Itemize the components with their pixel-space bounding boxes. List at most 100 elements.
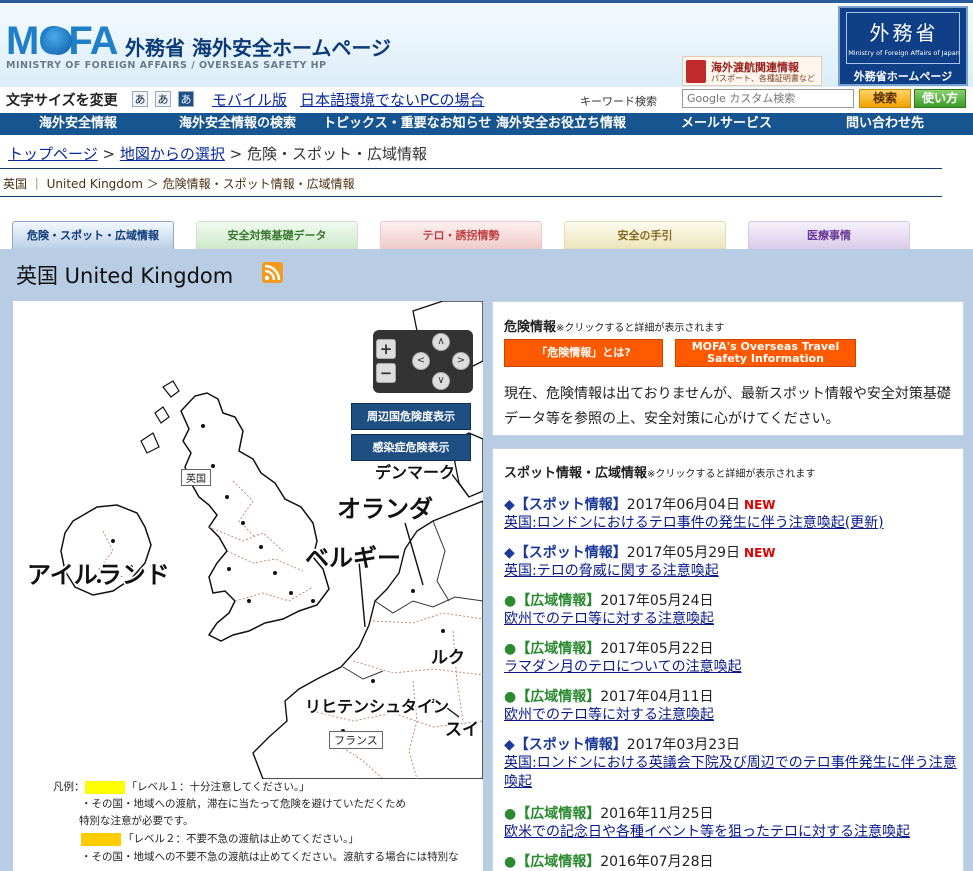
non-japanese-link[interactable]: 日本語環境でないPCの場合 xyxy=(300,89,485,110)
news-item: ●【広域情報】2017年04月11日 欧州でのテロ等に対する注意喚起 xyxy=(504,686,959,725)
map-label-liechtenstein[interactable]: リヒテンシュタイン xyxy=(305,693,449,717)
dot-icon: ● xyxy=(504,854,517,870)
map-label-luxembourg-fragment[interactable]: ルク xyxy=(431,643,465,668)
mofa-home-banner[interactable]: 外務省 Ministry of Foreign Affairs of Japan… xyxy=(838,6,968,86)
news-date: 2017年05月29日 xyxy=(626,545,741,561)
howto-button[interactable]: 使い方 xyxy=(914,89,966,108)
legend-level1-swatch xyxy=(84,780,125,794)
news-item: ●【広域情報】2017年05月22日 ラマダン月のテロについての注意喚起 xyxy=(504,638,959,677)
mofa-kanji: 外務省 xyxy=(869,21,939,45)
legend-level1-desc2: 特別な注意が必要です。 xyxy=(79,815,194,827)
news-item: ●【広域情報】2017年05月24日 欧州でのテロ等に対する注意喚起 xyxy=(504,590,959,629)
nav-search[interactable]: 海外安全情報の検索 xyxy=(179,113,296,135)
divider xyxy=(0,196,942,197)
nav-contact[interactable]: 問い合わせ先 xyxy=(846,113,924,135)
map-panel[interactable]: 英国 アイルランド オランダ ベルギー デンマーク リヒテンシュタイン ルク ス… xyxy=(13,301,483,871)
tab-terror[interactable]: テロ・誘拐情勢 xyxy=(380,221,542,249)
news-header: ◆【スポット情報】2017年06月04日 NEW xyxy=(504,494,959,514)
mobile-link[interactable]: モバイル版 xyxy=(212,89,287,110)
nav-useful-info[interactable]: 海外安全お役立ち情報 xyxy=(496,113,626,135)
news-category: 【広域情報】 xyxy=(516,641,601,657)
infection-danger-button[interactable]: 感染症危険表示 xyxy=(351,434,471,461)
font-size-label: 文字サイズを変更 xyxy=(6,93,118,109)
mofa-home-link: 外務省ホームページ xyxy=(853,70,953,83)
passport-banner[interactable]: 海外渡航関連情報 パスポート、各種証明書など xyxy=(682,56,822,86)
legend-row-2: 「レベル２：不要不急の渡航は止めてください。」 xyxy=(81,831,359,846)
mofa-en: Ministry of Foreign Affairs of Japan xyxy=(848,49,960,57)
nav-overseas-safety[interactable]: 海外安全情報 xyxy=(39,113,117,135)
spot-info-box: スポット情報・広域情報※クリックすると詳細が表示されます ◆【スポット情報】20… xyxy=(492,448,964,871)
neighbor-danger-button[interactable]: 周辺国危険度表示 xyxy=(351,403,471,430)
font-size-small-button[interactable]: あ xyxy=(132,91,148,107)
legend-level1-desc1: ・その国・地域への渡航，滞在に当たって危険を避けていただくため xyxy=(81,798,406,810)
news-link[interactable]: 欧州でのテロ等に対する注意喚起 xyxy=(504,610,959,629)
search-input[interactable] xyxy=(682,89,854,108)
map-label-ireland[interactable]: アイルランド xyxy=(27,555,170,590)
map-controls: + − ∧ < > ∨ xyxy=(373,330,473,393)
danger-info-note: ※クリックすると詳細が表示されます xyxy=(556,323,725,334)
breadcrumb-top[interactable]: トップページ xyxy=(8,145,98,163)
news-link[interactable]: ラマダン月のテロについての注意喚起 xyxy=(504,658,959,677)
search-button[interactable]: 検索 xyxy=(859,89,911,108)
pan-right-icon[interactable]: > xyxy=(452,352,470,370)
what-is-danger-info-button[interactable]: 「危険情報」とは? xyxy=(504,339,663,367)
nav-topics[interactable]: トピックス・重要なお知らせ xyxy=(323,113,491,135)
news-date: 2016年07月28日 xyxy=(600,854,714,870)
main-nav: 海外安全情報 海外安全情報の検索 トピックス・重要なお知らせ 海外安全お役立ち情… xyxy=(0,113,973,135)
dot-icon: ● xyxy=(504,641,517,657)
news-date: 2017年06月04日 xyxy=(626,497,741,513)
map-label-belgium[interactable]: ベルギー xyxy=(305,538,401,573)
news-header: ◆【スポット情報】2017年03月23日 xyxy=(504,734,959,754)
tab-basic-data[interactable]: 安全対策基礎データ xyxy=(196,221,358,249)
pan-down-icon[interactable]: ∨ xyxy=(432,372,450,390)
news-link[interactable]: 英国:ロンドンにおけるテロ事件の発生に伴う注意喚起(更新) xyxy=(504,514,959,533)
news-item: ◆【スポット情報】2017年03月23日 英国:ロンドンにおける英議会下院及び周辺… xyxy=(504,734,959,792)
news-header: ●【広域情報】2017年05月22日 xyxy=(504,638,959,658)
divider xyxy=(0,168,942,169)
map-label-uk[interactable]: 英国 xyxy=(181,469,211,486)
new-badge: NEW xyxy=(744,498,776,512)
news-header: ◆【スポット情報】2017年05月29日 NEW xyxy=(504,542,959,562)
zoom-in-button[interactable]: + xyxy=(376,339,396,359)
news-category: 【スポット情報】 xyxy=(514,737,627,753)
nav-mail-service[interactable]: メールサービス xyxy=(681,113,772,135)
tab-danger-info[interactable]: 危険・スポット・広域情報 xyxy=(12,221,174,250)
legend-prefix: 凡例： xyxy=(53,781,85,793)
danger-info-text: 現在、危険情報は出ておりませんが、最新スポット情報や安全対策基礎データ等を参照の… xyxy=(504,386,951,427)
site-header: MOFA 外務省 海外安全ホームページ MINISTRY OF FOREIGN … xyxy=(0,3,973,87)
map-label-netherlands[interactable]: オランダ xyxy=(337,489,433,524)
tab-safety-guide[interactable]: 安全の手引 xyxy=(564,221,726,249)
tab-medical[interactable]: 医療事情 xyxy=(748,221,910,249)
map-label-switzerland-fragment[interactable]: スイ xyxy=(445,715,479,740)
news-item: ●【広域情報】2016年11月25日 欧米での記念日や各種イベント等を狙ったテロに… xyxy=(504,803,959,842)
mofa-overseas-safety-en-button[interactable]: MOFA's Overseas Travel Safety Informatio… xyxy=(675,339,856,367)
legend-row-1: 凡例： 「レベル１：十分注意してください。」 xyxy=(53,779,310,794)
spot-info-heading: スポット情報・広域情報 xyxy=(504,466,648,481)
news-link[interactable]: 英国:ロンドンにおける英議会下院及び周辺でのテロ事件発生に伴う注意喚起 xyxy=(504,754,959,792)
news-link[interactable]: 欧州でのテロ等に対する注意喚起 xyxy=(504,706,959,725)
font-size-large-button[interactable]: あ xyxy=(178,91,194,107)
utility-row: 文字サイズを変更 あ あ あ モバイル版 日本語環境でないPCの場合 キーワード… xyxy=(0,87,973,113)
legend-level2-swatch xyxy=(81,832,121,846)
font-size-medium-button[interactable]: あ xyxy=(155,91,171,107)
pan-left-icon[interactable]: < xyxy=(412,352,430,370)
breadcrumb-map[interactable]: 地図からの選択 xyxy=(120,145,225,163)
news-category: 【広域情報】 xyxy=(516,689,601,705)
news-date: 2017年04月11日 xyxy=(600,689,714,705)
map-label-france[interactable]: フランス xyxy=(329,731,383,749)
great-britain-shape[interactable] xyxy=(180,392,330,642)
map-label-denmark[interactable]: デンマーク xyxy=(375,459,455,483)
scottish-islands xyxy=(140,380,180,454)
rss-icon[interactable] xyxy=(262,262,283,283)
dot-icon: ● xyxy=(504,689,517,705)
globe-icon xyxy=(44,27,72,55)
keyword-search-label: キーワード検索 xyxy=(580,95,657,108)
news-header: ●【広域情報】2016年11月25日 xyxy=(504,803,959,823)
zoom-out-button[interactable]: − xyxy=(376,363,396,383)
site-title[interactable]: 外務省 海外安全ホームページ xyxy=(125,32,391,61)
spot-info-title: スポット情報・広域情報※クリックすると詳細が表示されます xyxy=(504,462,815,481)
news-link[interactable]: 英国:テロの脅威に関する注意喚起 xyxy=(504,562,959,581)
mofa-emblem: 外務省 Ministry of Foreign Affairs of Japan xyxy=(846,12,960,64)
news-link[interactable]: 欧米での記念日や各種イベント等を狙ったテロに対する注意喚起 xyxy=(504,823,959,842)
pan-up-icon[interactable]: ∧ xyxy=(432,333,450,351)
